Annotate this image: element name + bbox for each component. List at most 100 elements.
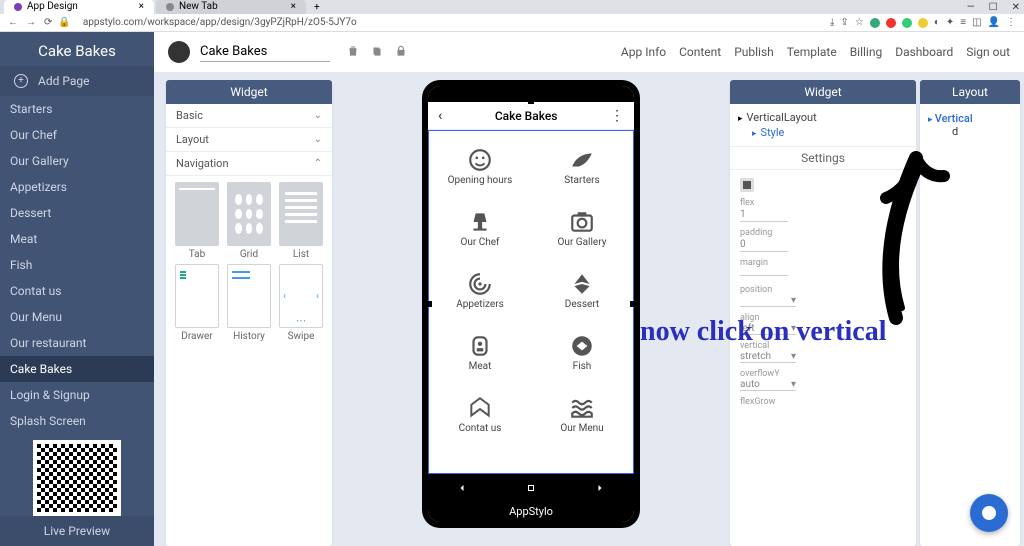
widget-list[interactable]: List [278,182,324,260]
chat-fab[interactable] [970,494,1008,532]
menu-icon[interactable]: ⋮ [1006,17,1016,28]
padding-input[interactable]: 0 [740,238,788,252]
resize-handle[interactable] [528,476,534,482]
browser-tab-active[interactable]: App Design × [4,0,154,14]
sidebar-page[interactable]: Starters [0,96,154,122]
phone-item-starters[interactable]: Starters [531,135,633,197]
widget-history[interactable]: History [226,264,272,342]
forward-icon[interactable]: → [26,17,36,28]
ext-icon[interactable] [870,18,880,28]
live-preview-button[interactable]: Live Preview [0,516,154,546]
nav-back-icon[interactable] [456,479,468,498]
lock-icon[interactable] [394,44,408,61]
accordion-layout[interactable]: Layout⌄ [166,128,332,152]
back-icon[interactable]: ← [8,17,18,28]
chevron-down-icon: ▾ [791,323,796,334]
window-maximize-icon[interactable]: ☐ [989,2,998,13]
layout-node-vertical[interactable]: ▸ Vertical [928,112,1012,125]
field-margin: margin [740,258,906,279]
menu-publish[interactable]: Publish [734,45,774,59]
phone-item-contact-us[interactable]: Contat us [429,383,531,445]
sidebar-page[interactable]: Our Chef [0,122,154,148]
ext-icon[interactable]: ◐ [934,17,940,28]
sidebar-page[interactable]: Login & Signup [0,382,154,408]
phone-item-fish[interactable]: Fish [531,321,633,383]
resize-handle[interactable] [630,301,636,307]
favicon-icon [166,3,174,11]
phone-item-opening-hours[interactable]: Opening hours [429,135,531,197]
menu-content[interactable]: Content [679,45,721,59]
trash-icon[interactable] [346,44,360,61]
resize-handle[interactable] [528,98,534,104]
phone-content-grid[interactable]: Opening hours Starters Our Chef Our Gall… [428,130,634,474]
widget-drawer[interactable]: Drawer [174,264,220,342]
panel-icon[interactable]: ◫ [972,17,981,28]
tree-node-root[interactable]: ▸VerticalLayout [738,110,908,125]
tree-node-style[interactable]: ▸Style [738,125,908,140]
star-icon[interactable]: ☆ [855,17,864,28]
phone-item-our-chef[interactable]: Our Chef [429,197,531,259]
plus-icon: + [14,74,28,88]
background-color-swatch[interactable] [740,178,754,192]
phone-item-appetizers[interactable]: Appetizers [429,259,531,321]
sidebar-page[interactable]: Dessert [0,200,154,226]
account-icon[interactable]: 👤 [988,17,1000,28]
vertical-select[interactable]: stretch▾ [740,351,796,363]
window-minimize-icon[interactable]: — [967,2,975,13]
position-select[interactable]: ▾ [740,295,796,307]
favicon-icon [14,3,22,11]
widget-grid[interactable]: Grid [226,182,272,260]
add-page-button[interactable]: + Add Page [0,66,154,96]
sidebar-page[interactable]: Meat [0,226,154,252]
margin-input[interactable] [740,273,788,276]
sidebar-page[interactable]: Our restaurant [0,330,154,356]
reload-icon[interactable]: ⟳ [44,17,52,28]
menu-template[interactable]: Template [787,45,837,59]
sidebar-page[interactable]: Our Gallery [0,148,154,174]
copy-icon[interactable] [370,44,384,61]
ext-icon[interactable] [902,18,912,28]
phone-item-our-gallery[interactable]: Our Gallery [531,197,633,259]
layout-node-hidden[interactable]: d [928,125,1012,138]
chevron-down-icon: ⌄ [314,110,322,121]
new-tab-button[interactable]: + [308,2,326,13]
menu-dashboard[interactable]: Dashboard [895,45,953,59]
align-select[interactable]: left▾ [740,323,796,335]
close-icon[interactable]: × [139,0,144,14]
sidebar-page[interactable]: Fish [0,252,154,278]
sidebar-page[interactable]: Our Menu [0,304,154,330]
accordion-basic[interactable]: Basic⌄ [166,104,332,128]
phone-item-our-menu[interactable]: Our Menu [531,383,633,445]
sidebar-page[interactable]: Contat us [0,278,154,304]
overflowy-select[interactable]: auto▾ [740,379,796,391]
ext-icon[interactable] [918,18,928,28]
menu-app-info[interactable]: App Info [621,45,666,59]
sidebar-page[interactable]: Splash Screen [0,408,154,434]
list-icon[interactable]: ≡ [960,17,966,28]
chevron-down-icon: ▾ [791,379,796,390]
puzzle-icon[interactable]: ✦ [946,17,954,28]
phone-header: ‹ Cake Bakes ⋮ [428,102,634,130]
widget-swipe[interactable]: ‹›Swipe [278,264,324,342]
resize-handle[interactable] [426,301,432,307]
close-icon[interactable]: × [291,0,296,14]
nav-recent-icon[interactable] [594,479,606,498]
menu-billing[interactable]: Billing [850,45,883,59]
flex-input[interactable]: 1 [740,208,788,222]
url-text[interactable]: appstylo.com/workspace/app/design/3gyPZj… [77,17,824,28]
sidebar-page[interactable]: Appetizers [0,174,154,200]
sidebar-page-active[interactable]: Cake Bakes [0,356,154,382]
app-name-input[interactable] [200,42,330,62]
phone-item-meat[interactable]: Meat [429,321,531,383]
menu-sign-out[interactable]: Sign out [966,45,1010,59]
share-icon[interactable]: ⇪ [840,17,848,28]
accordion-navigation[interactable]: Navigation⌃ [166,152,332,176]
ext-icon[interactable] [886,18,896,28]
browser-tab-inactive[interactable]: New Tab × [156,0,306,14]
widget-tab[interactable]: Tab [174,182,220,260]
back-icon[interactable]: ‹ [438,108,442,124]
more-icon[interactable]: ⋮ [610,108,624,124]
download-icon[interactable]: ⤓ [830,17,834,28]
window-close-icon[interactable]: ✕ [1012,2,1020,13]
phone-item-dessert[interactable]: Dessert [531,259,633,321]
